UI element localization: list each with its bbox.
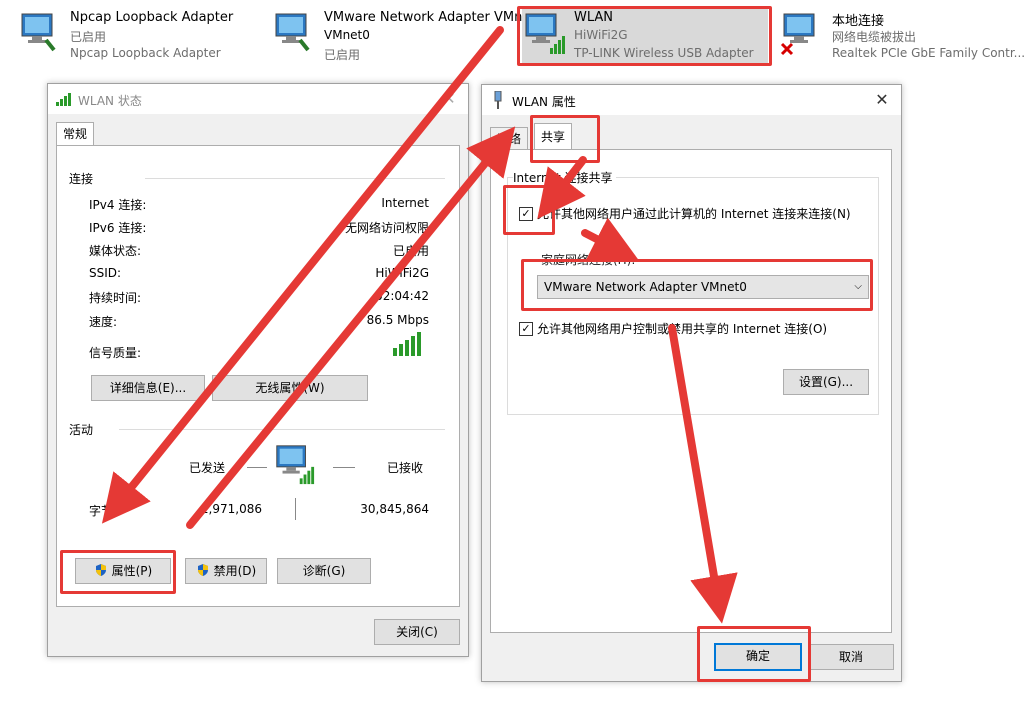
divider (145, 178, 445, 179)
network-adapter-icon (21, 13, 56, 52)
sharing-tab-highlight-box (530, 115, 600, 163)
adapter-vmware[interactable]: VMware Network Adapter VMnet0 VMnet0 已启用 (272, 6, 544, 64)
adapter-local[interactable]: 本地连接 网络电缆被拔出 Realtek PCIe GbE Family Con… (780, 6, 1026, 64)
speed-value: 86.5 Mbps (366, 313, 429, 327)
dialog-title: WLAN 属性 (512, 95, 576, 109)
adapter-device: 已启用 (324, 48, 361, 62)
network-adapter-icon (275, 13, 310, 52)
signal-icon (56, 93, 71, 106)
divider (333, 467, 355, 468)
wlan-properties-dialog: WLAN 属性 ✕ 网络 共享 Internet 连接共享 ✓ 允许其他网络用户… (481, 84, 902, 682)
ssid-value: HiWiFi2G (375, 266, 429, 280)
ics-group-title: Internet 连接共享 (513, 169, 617, 186)
adapter-name: Npcap Loopback Adapter (70, 10, 234, 25)
adapter-name: VMware Network Adapter VMnet0 (324, 10, 544, 25)
checkbox-highlight-box (503, 185, 555, 235)
adapter-status: 已启用 (70, 30, 107, 44)
speed-label: 速度: (89, 315, 118, 329)
disable-label: 禁用(D) (213, 564, 257, 578)
diagnose-button[interactable]: 诊断(G) (277, 558, 371, 584)
media-label: 媒体状态: (89, 244, 142, 258)
signal-strength-icon (393, 332, 421, 356)
tab-network[interactable]: 网络 (490, 127, 529, 150)
bytes-label: 字节: (89, 504, 118, 518)
activity-group-title: 活动 (69, 421, 98, 438)
shield-icon (197, 564, 208, 576)
adapter-device: Npcap Loopback Adapter (70, 46, 221, 60)
adapter-device: Realtek PCIe GbE Family Contr... (832, 46, 1026, 60)
signal-label: 信号质量: (89, 346, 142, 360)
divider (119, 429, 445, 430)
general-panel: 连接 IPv4 连接: Internet IPv6 连接: 无网络访问权限 媒体… (56, 145, 460, 607)
close-icon[interactable]: ✕ (438, 88, 460, 110)
titlebar: WLAN 属性 ✕ (482, 85, 901, 115)
close-icon[interactable]: ✕ (871, 89, 893, 111)
allow-control-checkbox[interactable]: ✓ (519, 322, 533, 336)
media-value: 已启用 (392, 244, 429, 258)
titlebar: WLAN 状态 ✕ (48, 84, 468, 114)
disable-button[interactable]: 禁用(D) (185, 558, 267, 584)
allow-control-label: 允许其他网络用户控制或禁用共享的 Internet 连接(O) (537, 322, 828, 336)
adapter-npcap[interactable]: Npcap Loopback Adapter 已启用 Npcap Loopbac… (18, 6, 238, 64)
ssid-label: SSID: (89, 266, 122, 280)
sent-label: 已发送 (189, 461, 226, 475)
divider (295, 498, 296, 520)
ipv4-value: Internet (381, 196, 429, 210)
allow-share-label: 允许其他网络用户通过此计算机的 Internet 连接来连接(N) (537, 207, 851, 221)
adapter-status: 网络电缆被拔出 (832, 30, 917, 44)
duration-label: 持续时间: (89, 291, 142, 305)
properties-highlight-box (60, 550, 176, 594)
duration-value: 02:04:42 (375, 289, 429, 303)
bytes-sent-value: 1,971,086 (200, 502, 262, 516)
ipv4-label: IPv4 连接: (89, 198, 147, 212)
tab-general[interactable]: 常规 (56, 122, 95, 145)
received-label: 已接收 (387, 461, 424, 475)
ipv6-value: 无网络访问权限 (344, 221, 429, 235)
divider (247, 467, 267, 468)
close-button[interactable]: 关闭(C) (374, 619, 460, 645)
adapter-plug-icon (494, 91, 502, 109)
wireless-properties-button[interactable]: 无线属性(W) (212, 375, 368, 401)
dialog-title: WLAN 状态 (78, 94, 142, 108)
network-adapter-disconnected-icon (780, 13, 815, 56)
network-activity-icon (276, 445, 315, 485)
adapter-status: VMnet0 (324, 28, 370, 42)
select-highlight-box (521, 259, 873, 311)
ok-highlight-box (697, 626, 811, 682)
settings-button[interactable]: 设置(G)... (783, 369, 869, 395)
bytes-received-value: 30,845,864 (360, 502, 429, 516)
ipv6-label: IPv6 连接: (89, 221, 147, 235)
cancel-button[interactable]: 取消 (808, 644, 894, 670)
details-button[interactable]: 详细信息(E)... (91, 375, 205, 401)
adapter-name: 本地连接 (832, 14, 885, 29)
connection-group-title: 连接 (69, 170, 98, 187)
wlan-highlight-box (517, 6, 772, 66)
